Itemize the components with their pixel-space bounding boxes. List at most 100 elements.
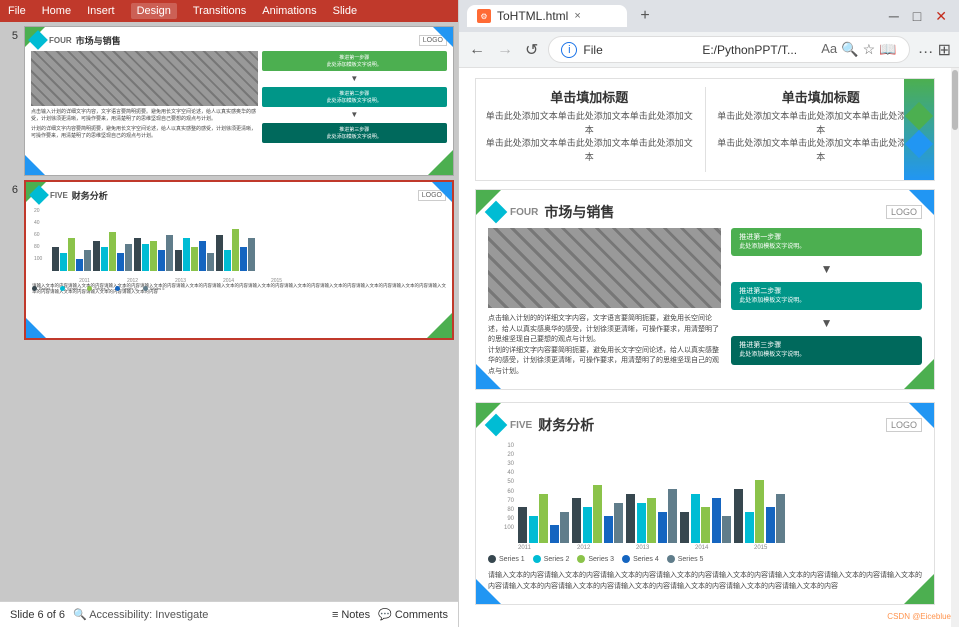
ribbon-animations[interactable]: Animations [262,5,316,17]
translate-icon[interactable]: Aa [821,41,837,58]
partial-slide-title-left: 单击填加标题 [484,87,695,106]
reader-icon[interactable]: 📖 [879,41,896,58]
browser-content[interactable]: 单击填加标题 单击此处添加文本单击此处添加文本单击此处添加文本 单击此处添加文本… [459,68,959,627]
browser-scrollbar[interactable] [951,68,959,627]
br-x-label: 2013 [636,545,691,551]
chart-bar [52,247,59,271]
bookmark-icon[interactable]: ☆ [863,41,876,58]
br-slide5-title: 财务分析 [538,415,594,435]
step1-sub: 此处添加模板文字说明。 [266,61,443,68]
window-controls: ─ □ ✕ [885,8,951,25]
browser-panel: ⚙ ToHTML.html × + ─ □ ✕ ← → ↺ i File E:/… [458,0,959,627]
br-slide4-left: 点击输入计划的的详细文字内容，文字语言要简明扼要，避免用长空间论述，给人以真实感… [488,228,721,377]
chart-bar [175,250,182,271]
bar-group [52,238,91,271]
br-slide4-text1: 点击输入计划的的详细文字内容，文字语言要简明扼要，避免用长空间论述，给人以真实感… [488,314,721,346]
slide-panel: 5 FOUR 市场与销售 LOGO [0,22,458,601]
slide6-thumbnail[interactable]: FIVE 财务分析 LOGO 10080604020 2 [24,180,454,340]
close-btn[interactable]: ✕ [931,8,951,25]
ribbon-transitions[interactable]: Transitions [193,5,246,17]
url-text: File [583,43,696,57]
br-bar-group [572,485,623,544]
slide6-row: 6 FIVE 财务分析 LOGO [4,180,454,340]
ribbon-file[interactable]: File [8,5,26,17]
br-legend-item: Series 3 [577,555,614,563]
x-label: 2015 [254,278,299,284]
br-slide5-header: FIVE 财务分析 LOGO [488,415,922,435]
search-icon[interactable]: 🔍 [841,41,858,58]
chart-bar [60,253,67,271]
br-step1-label: 推进第一步骤 [739,233,914,243]
x-label: 2011 [62,278,107,284]
br-slide4-label: FOUR [510,207,538,218]
chart-bar [240,247,247,271]
partial-slide-sub-left: 单击此处添加文本单击此处添加文本单击此处添加文本 单击此处添加文本单击此处添加文… [484,110,695,164]
br-chart-bar [626,494,635,544]
ribbon-slide[interactable]: Slide [333,5,357,17]
chart-bar [216,235,223,271]
br-legend-label: Series 4 [633,556,659,563]
new-tab-btn[interactable]: + [633,4,657,28]
step3-btn: 推进第三步骤 此处添加模板文字说明。 [262,123,447,143]
ribbon-insert[interactable]: Insert [87,5,115,17]
br-step1: 推进第一步骤 此处添加模板文字说明。 [731,228,922,256]
br-chart-legend: Series 1Series 2Series 3Series 4Series 5 [488,555,922,563]
br-slide5-text: 请输入文本的内容请输入文本的内容请输入文本的内容请输入文本的内容请输入文本的内容… [488,571,922,592]
browser-tab[interactable]: ⚙ ToHTML.html × [467,5,627,27]
tab-close-btn[interactable]: × [574,10,580,22]
arrow1: ▼ [262,75,447,83]
slide5-header: FOUR 市场与销售 LOGO [31,33,447,47]
br-step3-sub: 此处添加模板文字说明。 [739,351,914,359]
legend-label: Series 3 [94,286,109,291]
status-left: Slide 6 of 6 🔍 Accessibility: Investigat… [10,608,320,621]
br-step2: 推进第二步骤 此处添加模板文字说明。 [731,282,922,310]
ribbon-home[interactable]: Home [42,5,71,17]
br-chart-bar [604,516,613,543]
br-slide5-title-area: FIVE 财务分析 [488,415,594,435]
br-chart-bar [701,507,710,543]
step3-label: 推进第三步骤 [266,126,443,133]
maximize-btn[interactable]: □ [909,8,925,25]
back-btn[interactable]: ← [467,39,487,61]
slide5-left: 点击输入计划的详细文字内容，文字语言要简明扼要。避免用长文字空间论述，给人以真实… [31,51,258,165]
br-diamond5 [485,414,508,437]
slide6-corner-bl [26,318,46,338]
legend-dot [115,286,120,291]
br-slide4-body: 点击输入计划的的详细文字内容，文字语言要简明扼要，避免用长空间论述，给人以真实感… [488,228,922,377]
br-bar-group [734,480,785,543]
minimize-btn[interactable]: ─ [885,8,903,25]
comments-btn[interactable]: 💬 Comments [378,608,448,621]
more-btn[interactable]: … [918,40,934,60]
legend-item: Series 2 [60,286,82,291]
chart-bar [125,244,132,271]
slide6-title: 财务分析 [72,189,108,202]
br-chart-bar [614,503,623,544]
browser-addressbar: ← → ↺ i File E:/PythonPPT/T... Aa 🔍 ☆ 📖 … [459,32,959,68]
step3-sub: 此处添加模板文字说明。 [266,133,443,140]
br-x-label: 2012 [577,545,632,551]
image-pattern [31,51,258,106]
br-chart-bar [572,498,581,543]
security-info-btn[interactable]: i [561,42,577,58]
slide6-chart: 10080604020 20112012201320142015 Series … [32,206,446,281]
scrollbar-thumb[interactable] [952,70,958,130]
notes-btn[interactable]: ≡ Notes [332,609,370,621]
tab-favicon: ⚙ [477,9,491,23]
br-chart-bar [539,494,548,544]
browser-titlebar: ⚙ ToHTML.html × + ─ □ ✕ [459,0,959,32]
slide5-image [31,51,258,106]
br-step1-sub: 此处添加模板文字说明。 [739,243,914,251]
refresh-btn[interactable]: ↺ [523,38,540,62]
address-bar[interactable]: i File E:/PythonPPT/T... Aa 🔍 ☆ 📖 [548,36,909,63]
slide6-title-area: FIVE 财务分析 [32,188,108,202]
slide6-header: FIVE 财务分析 LOGO [32,188,446,202]
accessibility-info[interactable]: 🔍 Accessibility: Investigate [73,608,208,621]
slide5-thumbnail[interactable]: FOUR 市场与销售 LOGO 点击输入计划的详细文字内容，文字语言要简明扼要。… [24,26,454,176]
chart-bar [232,229,239,271]
ribbon-design[interactable]: Design [131,3,177,19]
forward-btn[interactable]: → [495,39,515,61]
add-tab-btn[interactable]: ⊞ [938,40,951,60]
br-legend-dot [577,555,585,563]
chart-bar [68,238,75,271]
tab-title: ToHTML.html [497,9,568,23]
